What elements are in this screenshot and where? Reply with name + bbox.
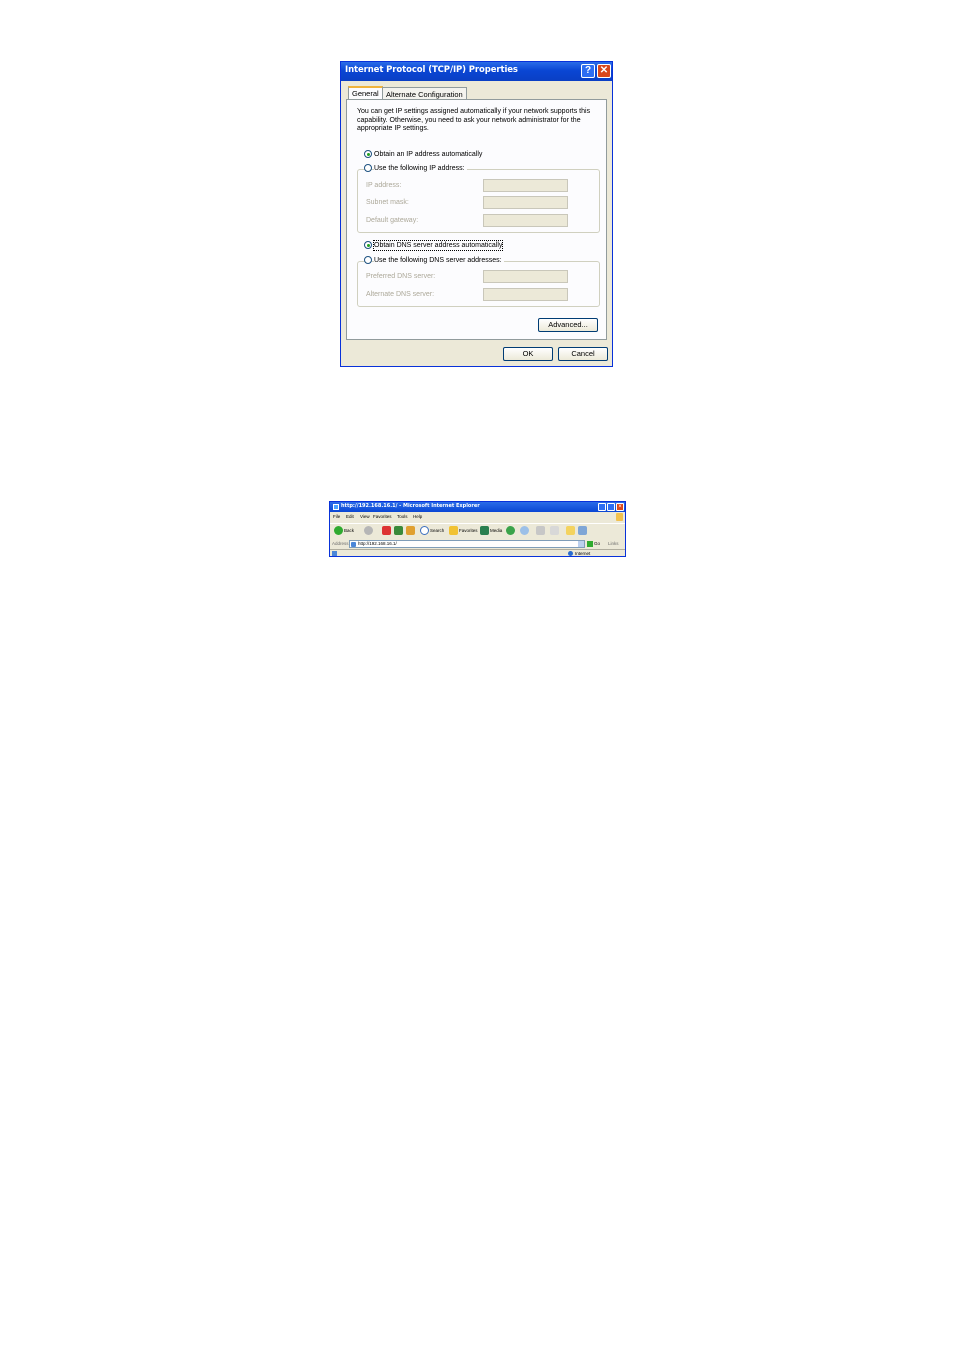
browser-title-bar[interactable]: http://192.168.16.1/ - Microsoft Interne… — [330, 502, 625, 512]
internet-zone-icon — [568, 551, 573, 556]
use-static-dns-radio[interactable] — [364, 256, 372, 264]
obtain-dns-auto-radio[interactable] — [364, 241, 372, 249]
go-icon[interactable] — [587, 541, 593, 547]
subnet-mask-label: Subnet mask: — [366, 199, 409, 206]
page-icon — [351, 542, 356, 547]
links-label[interactable]: Links — [608, 541, 619, 546]
back-label[interactable]: Back — [344, 528, 354, 533]
search-label[interactable]: Search — [430, 528, 444, 533]
obtain-dns-auto-label[interactable]: Obtain DNS server address automatically — [372, 240, 504, 251]
menu-tools[interactable]: Tools — [397, 514, 408, 519]
dialog-title: Internet Protocol (TCP/IP) Properties — [345, 65, 518, 75]
print-icon[interactable] — [536, 526, 545, 535]
ok-button[interactable]: OK — [503, 347, 553, 361]
ip-address-field[interactable] — [483, 179, 568, 192]
use-static-ip-radio[interactable] — [364, 164, 372, 172]
status-page-icon — [332, 551, 337, 556]
subnet-mask-field[interactable] — [483, 196, 568, 209]
tab-general[interactable]: General — [348, 86, 383, 100]
address-input[interactable]: http://192.168.16.1/ — [349, 540, 585, 548]
alternate-dns-field[interactable] — [483, 288, 568, 301]
address-bar: Address http://192.168.16.1/ Go Links — [330, 540, 625, 549]
status-zone: Internet — [575, 551, 591, 556]
obtain-ip-auto-radio[interactable] — [364, 150, 372, 158]
history-icon[interactable] — [506, 526, 515, 535]
tcpip-properties-dialog: Internet Protocol (TCP/IP) Properties ? … — [340, 61, 613, 367]
preferred-dns-label: Preferred DNS server: — [366, 273, 436, 280]
cancel-button[interactable]: Cancel — [558, 347, 608, 361]
mail-icon[interactable] — [520, 526, 529, 535]
address-label: Address — [332, 541, 349, 546]
general-tab-panel: You can get IP settings assigned automat… — [346, 99, 607, 340]
home-icon[interactable] — [406, 526, 415, 535]
forward-icon[interactable] — [364, 526, 373, 535]
alternate-dns-label: Alternate DNS server: — [366, 291, 435, 298]
media-icon[interactable] — [480, 526, 489, 535]
menu-help[interactable]: Help — [413, 514, 422, 519]
favorites-label[interactable]: Favorites — [459, 528, 478, 533]
folder-icon[interactable] — [566, 526, 575, 535]
close-button[interactable]: ✕ — [597, 64, 611, 78]
menu-view[interactable]: View — [360, 514, 370, 519]
address-value: http://192.168.16.1/ — [358, 541, 397, 546]
ip-address-label: IP address: — [366, 182, 402, 189]
maximize-icon[interactable] — [607, 503, 615, 511]
help-button[interactable]: ? — [581, 64, 595, 78]
menu-favorites[interactable]: Favorites — [373, 514, 392, 519]
windows-flag-icon — [616, 513, 623, 521]
stop-icon[interactable] — [382, 526, 391, 535]
edit-icon[interactable] — [550, 526, 559, 535]
default-gateway-field[interactable] — [483, 214, 568, 227]
preferred-dns-field[interactable] — [483, 270, 568, 283]
search-icon[interactable] — [420, 526, 429, 535]
use-static-dns-label[interactable]: Use the following DNS server addresses: — [374, 256, 504, 265]
default-gateway-label: Default gateway: — [366, 217, 419, 224]
advanced-button[interactable]: Advanced... — [538, 318, 598, 332]
close-icon[interactable]: × — [616, 503, 624, 511]
favorites-icon[interactable] — [449, 526, 458, 535]
messenger-icon[interactable] — [578, 526, 587, 535]
minimize-icon[interactable] — [598, 503, 606, 511]
address-dropdown-icon[interactable] — [578, 541, 584, 547]
browser-title: http://192.168.16.1/ - Microsoft Interne… — [341, 503, 480, 509]
dialog-title-bar[interactable]: Internet Protocol (TCP/IP) Properties ? … — [341, 62, 612, 81]
menu-edit[interactable]: Edit — [346, 514, 354, 519]
settings-description: You can get IP settings assigned automat… — [357, 108, 591, 132]
ie-browser-window: http://192.168.16.1/ - Microsoft Interne… — [329, 501, 626, 557]
media-label[interactable]: Media — [490, 528, 502, 533]
ie-logo-icon — [333, 504, 339, 510]
go-label[interactable]: Go — [594, 541, 600, 546]
obtain-ip-auto-label[interactable]: Obtain an IP address automatically — [374, 150, 482, 159]
menu-file[interactable]: File — [333, 514, 340, 519]
back-icon[interactable] — [334, 526, 343, 535]
status-bar: Internet — [330, 549, 625, 556]
refresh-icon[interactable] — [394, 526, 403, 535]
use-static-ip-label[interactable]: Use the following IP address: — [374, 164, 467, 173]
